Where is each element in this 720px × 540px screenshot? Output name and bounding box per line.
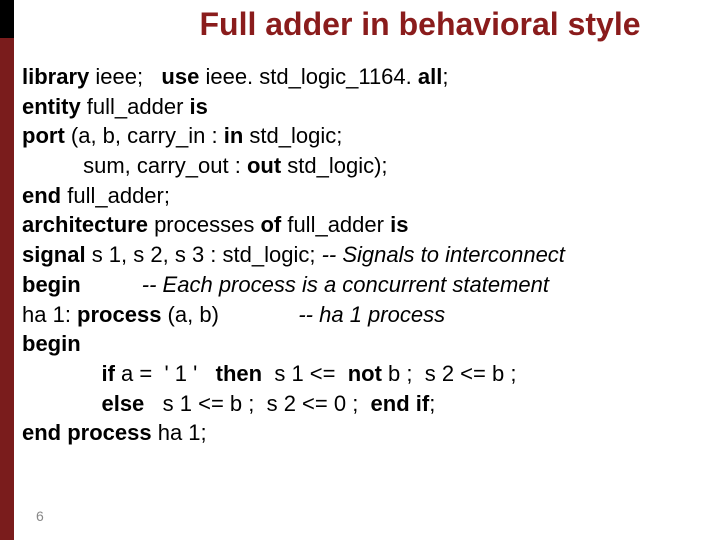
keyword: architecture [22, 212, 148, 237]
code-text: ; [429, 391, 435, 416]
code-line: sum, carry_out : out std_logic); [22, 151, 710, 181]
code-text: b ; s 2 <= b ; [382, 361, 517, 386]
comment: -- Signals to interconnect [322, 242, 565, 267]
keyword: if [101, 361, 114, 386]
code-line: end process ha 1; [22, 418, 710, 448]
code-line: else s 1 <= b ; s 2 <= 0 ; end if; [22, 389, 710, 419]
slide-title: Full adder in behavioral style [0, 6, 720, 43]
code-line: entity full_adder is [22, 92, 710, 122]
code-line: port (a, b, carry_in : in std_logic; [22, 121, 710, 151]
keyword: end process [22, 420, 152, 445]
code-text: std_logic; [243, 123, 342, 148]
code-text: s 1 <= [262, 361, 348, 386]
keyword: port [22, 123, 65, 148]
code-text: (a, b, carry_in : [65, 123, 224, 148]
keyword: use [161, 64, 199, 89]
keyword: in [224, 123, 244, 148]
code-text: processes [148, 212, 261, 237]
keyword: begin [22, 331, 81, 356]
code-text: ieee. std_logic_1164. [199, 64, 418, 89]
keyword: end [22, 183, 61, 208]
code-text: full_adder; [61, 183, 170, 208]
code-text [22, 361, 101, 386]
keyword: begin [22, 272, 81, 297]
code-text: std_logic); [281, 153, 387, 178]
code-text: sum, carry_out : [22, 153, 247, 178]
code-text: ieee; [89, 64, 161, 89]
code-text: ; [442, 64, 448, 89]
slide: Full adder in behavioral style library i… [0, 0, 720, 540]
keyword: out [247, 153, 281, 178]
code-line: signal s 1, s 2, s 3 : std_logic; -- Sig… [22, 240, 710, 270]
keyword: process [77, 302, 161, 327]
code-text: full_adder [281, 212, 390, 237]
code-text: ha 1: [22, 302, 77, 327]
code-text: ha 1; [152, 420, 207, 445]
keyword: all [418, 64, 442, 89]
code-line: end full_adder; [22, 181, 710, 211]
keyword: is [390, 212, 408, 237]
code-text: full_adder [81, 94, 190, 119]
code-text [22, 391, 101, 416]
keyword: of [260, 212, 281, 237]
keyword: signal [22, 242, 86, 267]
code-text: (a, b) [161, 302, 298, 327]
code-text: a = ' 1 ' [115, 361, 216, 386]
code-line: begin [22, 329, 710, 359]
code-line: begin -- Each process is a concurrent st… [22, 270, 710, 300]
code-text [81, 272, 142, 297]
keyword: library [22, 64, 89, 89]
code-line: ha 1: process (a, b) -- ha 1 process [22, 300, 710, 330]
comment: -- Each process is a concurrent statemen… [142, 272, 549, 297]
keyword: entity [22, 94, 81, 119]
code-line: library ieee; use ieee. std_logic_1164. … [22, 62, 710, 92]
code-line: architecture processes of full_adder is [22, 210, 710, 240]
keyword: not [348, 361, 382, 386]
keyword: then [216, 361, 262, 386]
code-text: s 1, s 2, s 3 : std_logic; [86, 242, 322, 267]
code-text: s 1 <= b ; s 2 <= 0 ; [144, 391, 370, 416]
keyword: end if [371, 391, 430, 416]
comment: -- ha 1 process [298, 302, 445, 327]
page-number: 6 [36, 508, 44, 524]
keyword: else [101, 391, 144, 416]
code-block: library ieee; use ieee. std_logic_1164. … [22, 62, 710, 448]
keyword: is [190, 94, 208, 119]
code-line: if a = ' 1 ' then s 1 <= not b ; s 2 <= … [22, 359, 710, 389]
